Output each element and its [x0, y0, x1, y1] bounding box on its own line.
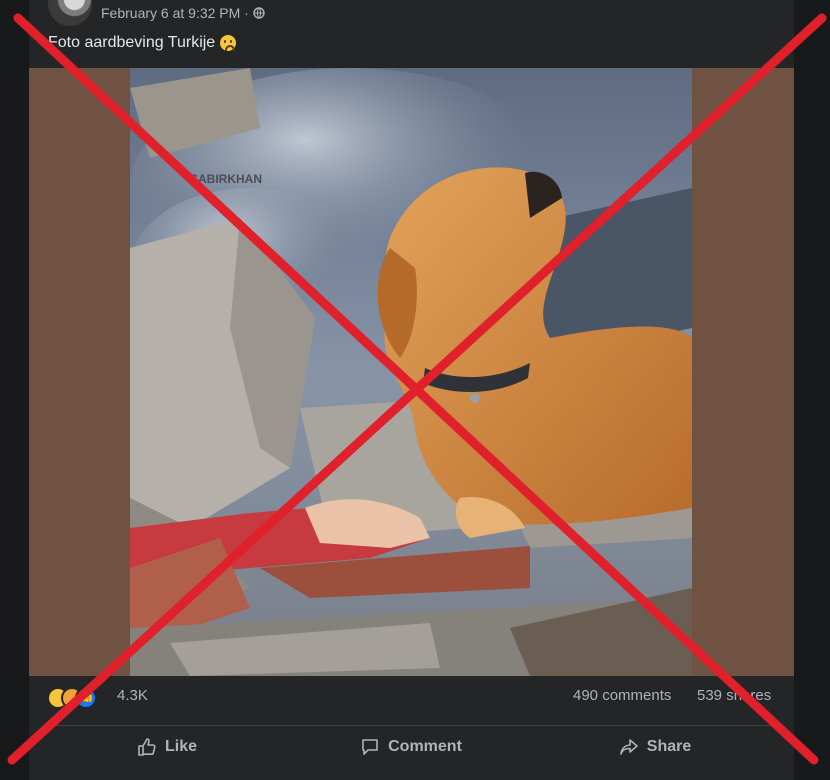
post-media[interactable]: SABIRKHAN — [29, 68, 794, 676]
post-header: February 6 at 9:32 PM · ··· Foto aardbev… — [29, 0, 794, 68]
post-meta: February 6 at 9:32 PM · — [101, 4, 265, 22]
reaction-icons[interactable] — [47, 687, 111, 709]
reaction-count[interactable]: 4.3K — [117, 687, 148, 704]
like-label: Like — [164, 738, 197, 755]
like-button[interactable]: Like — [47, 730, 287, 764]
shares-count[interactable]: 539 shares — [697, 687, 771, 704]
post-caption: Foto aardbeving Turkije — [48, 34, 237, 52]
photo-watermark: SABIRKHAN — [190, 172, 262, 186]
worried-face-icon — [220, 35, 237, 51]
photo-illustration — [130, 68, 692, 676]
comment-button[interactable]: Comment — [291, 730, 531, 764]
reactions-summary: 4.3K 490 comments 539 shares — [29, 676, 794, 716]
share-icon — [619, 739, 638, 755]
post-card: February 6 at 9:32 PM · ··· Foto aardbev… — [29, 0, 794, 780]
post-timestamp[interactable]: February 6 at 9:32 PM · — [101, 5, 249, 21]
post-photo[interactable]: SABIRKHAN — [130, 68, 692, 676]
like-reaction-icon — [75, 687, 97, 709]
comment-icon — [362, 739, 378, 755]
avatar[interactable] — [48, 0, 92, 26]
caption-text: Foto aardbeving Turkije — [48, 34, 216, 51]
share-label: Share — [646, 738, 692, 755]
comment-label: Comment — [388, 738, 462, 755]
comments-count[interactable]: 490 comments — [573, 687, 671, 704]
action-divider — [45, 725, 778, 726]
post-actions: Like Comment Share — [29, 730, 794, 766]
globe-icon — [253, 7, 265, 19]
like-icon — [138, 738, 156, 756]
share-button[interactable]: Share — [535, 730, 775, 764]
